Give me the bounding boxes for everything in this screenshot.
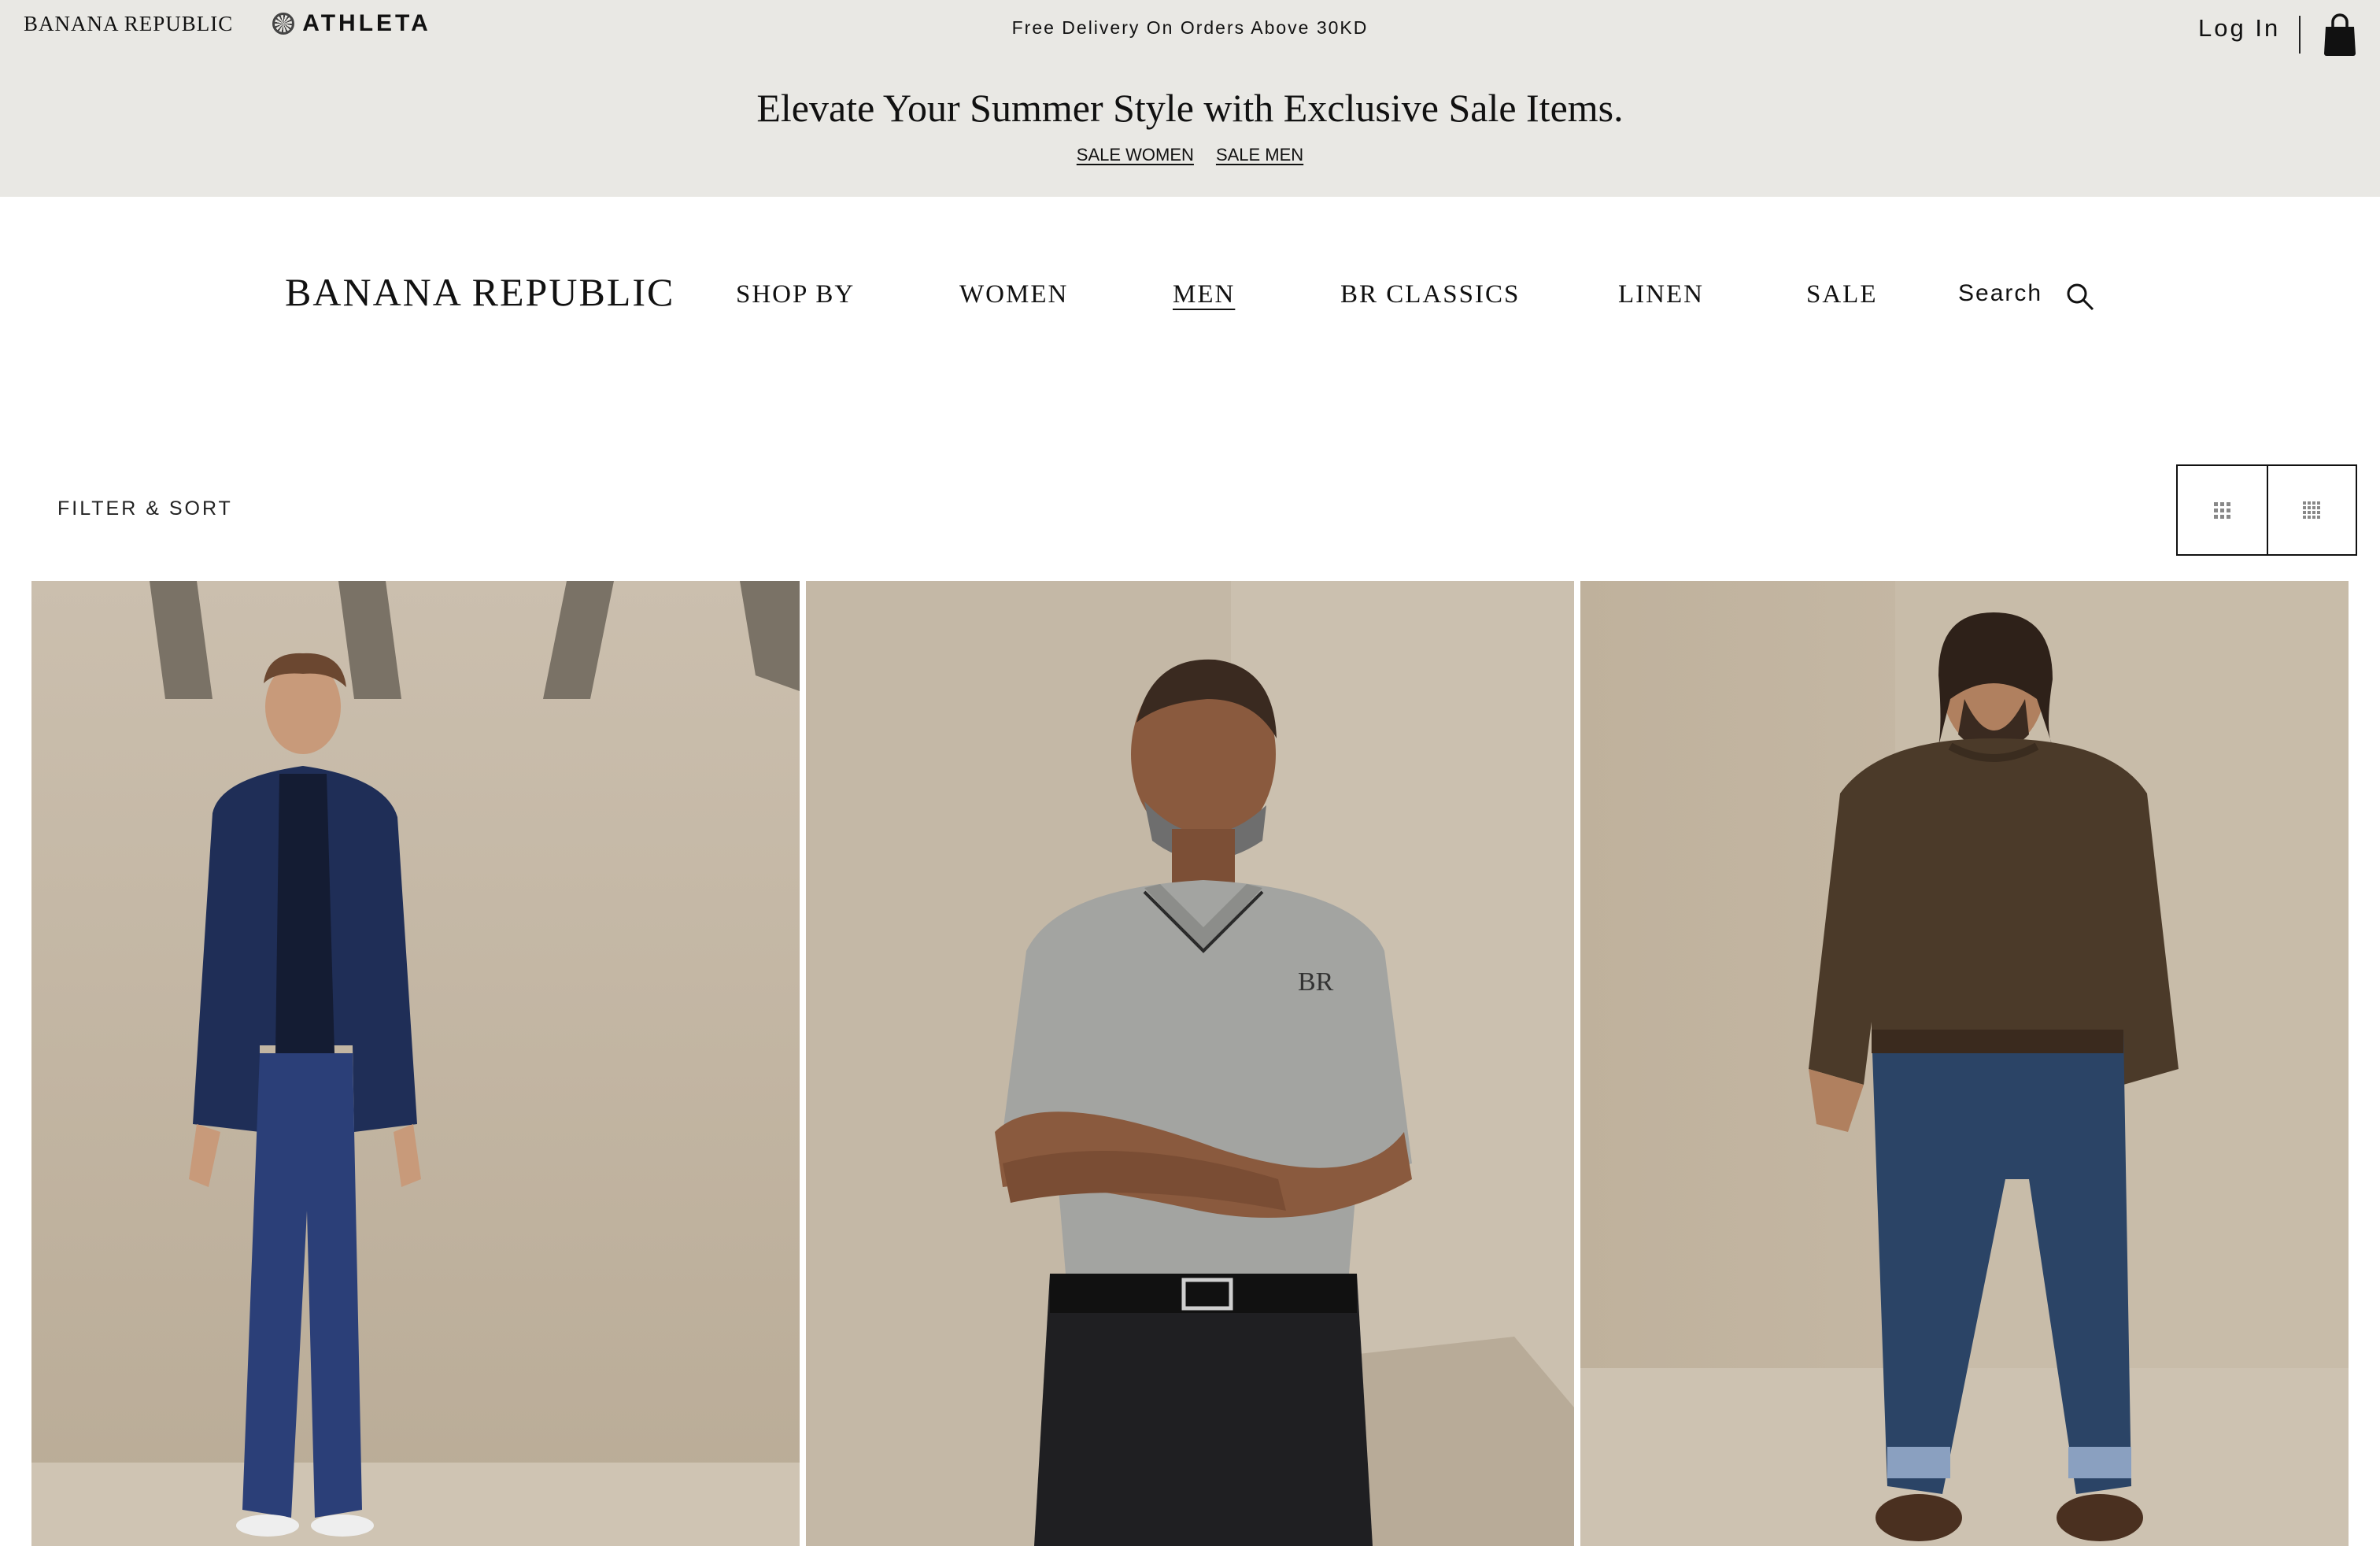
grid-4-columns-button[interactable] xyxy=(2266,466,2356,554)
product-card[interactable] xyxy=(31,581,800,1546)
product-card[interactable] xyxy=(1580,581,2349,1546)
nav-item-women[interactable]: WOMEN xyxy=(959,280,1068,309)
filter-sort-button[interactable]: FILTER & SORT xyxy=(57,497,233,520)
product-image xyxy=(1580,581,2349,1546)
main-navigation: BANANA REPUBLIC SHOP BY WOMEN MEN BR CLA… xyxy=(0,197,2380,401)
nav-item-linen[interactable]: LINEN xyxy=(1618,280,1704,309)
promo-links: SALE WOMEN SALE MEN xyxy=(0,145,2380,165)
grid-3-icon xyxy=(2213,501,2230,519)
sale-women-link[interactable]: SALE WOMEN xyxy=(1077,145,1194,165)
nav-item-shop-by[interactable]: SHOP BY xyxy=(736,280,855,309)
nav-item-men[interactable]: MEN xyxy=(1173,280,1235,309)
site-logo[interactable]: BANANA REPUBLIC xyxy=(285,269,674,315)
nav-item-sale[interactable]: SALE xyxy=(1806,280,1878,309)
svg-text:BR: BR xyxy=(1298,967,1334,997)
sale-men-link[interactable]: SALE MEN xyxy=(1216,145,1303,165)
grid-3-columns-button[interactable] xyxy=(2178,466,2267,554)
grid-4-icon xyxy=(2303,501,2321,519)
promo-banner: BANANA REPUBLIC ATHLETA Free Delivery On… xyxy=(0,0,2380,197)
free-delivery-message: Free Delivery On Orders Above 30KD xyxy=(1011,17,1369,38)
search-icon[interactable] xyxy=(2065,282,2095,312)
search-input[interactable]: Search xyxy=(1958,280,2042,307)
shopping-bag-icon[interactable] xyxy=(2323,13,2357,57)
nav-item-br-classics[interactable]: BR CLASSICS xyxy=(1340,280,1520,309)
promo-headline: Elevate Your Summer Style with Exclusive… xyxy=(756,86,1624,130)
product-image: BR xyxy=(806,581,1574,1546)
login-link[interactable]: Log In xyxy=(2198,14,2280,43)
product-image xyxy=(31,581,800,1546)
header-divider xyxy=(2299,16,2301,54)
product-card[interactable]: BR xyxy=(806,581,1574,1546)
grid-view-toggle xyxy=(2176,464,2357,556)
